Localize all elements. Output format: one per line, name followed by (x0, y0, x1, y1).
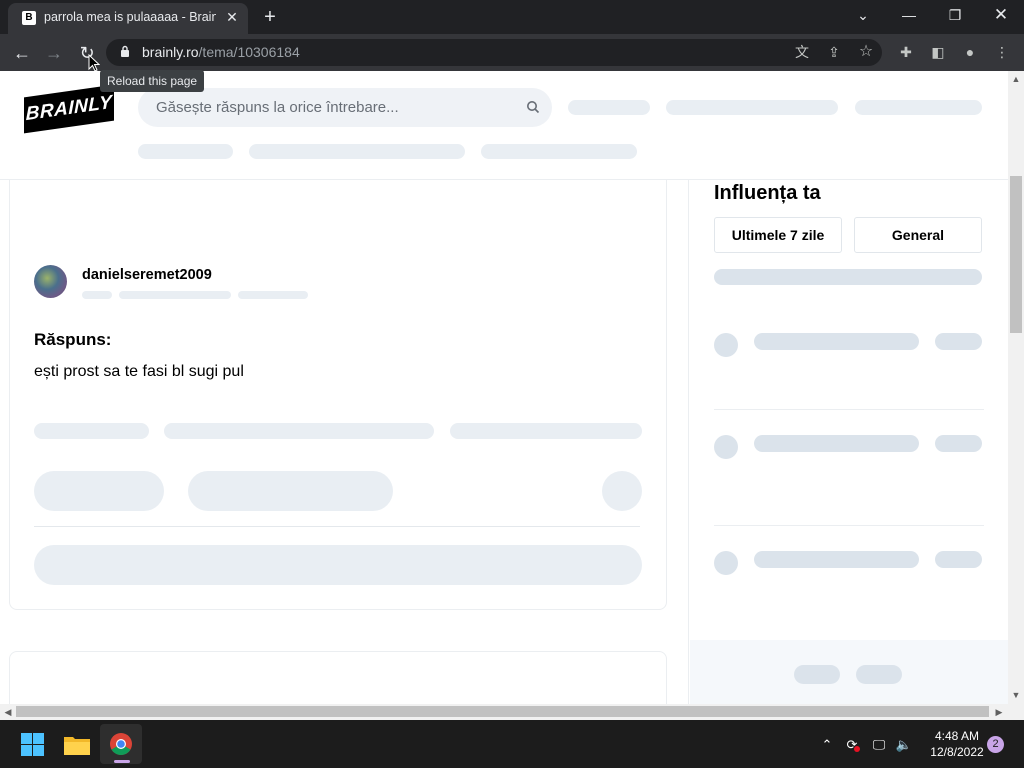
extensions-puzzle-icon[interactable]: ✚ (895, 41, 917, 63)
meta-skeleton (119, 291, 231, 299)
search-input[interactable]: Găsește răspuns la orice întrebare... (138, 88, 552, 127)
web-page: BRAINLY Găsește răspuns la orice întreba… (0, 71, 1008, 704)
action-skeleton (450, 423, 642, 439)
search-icon[interactable] (526, 100, 540, 114)
mouse-cursor-icon (88, 54, 100, 72)
active-app-indicator (114, 760, 130, 763)
brainly-logo[interactable]: BRAINLY (24, 84, 114, 134)
bookmark-star-icon[interactable]: ☆ (855, 41, 877, 63)
nav-skeleton (568, 100, 650, 115)
alert-dot (854, 746, 860, 752)
sidebar-separator (688, 180, 689, 704)
meta-skeleton (238, 291, 308, 299)
nav-skeleton (138, 144, 233, 159)
side-panel-icon[interactable]: ◧ (927, 41, 949, 63)
share-icon[interactable]: ⇪ (823, 41, 845, 63)
rank-skeleton (935, 551, 982, 568)
meta-skeleton (82, 291, 112, 299)
divider (714, 409, 984, 410)
nav-skeleton (481, 144, 637, 159)
next-card (9, 651, 667, 704)
tab-last-7-days[interactable]: Ultimele 7 zile (714, 217, 842, 253)
translate-icon[interactable]: 文 (791, 41, 813, 63)
button-skeleton (602, 471, 642, 511)
rank-skeleton (754, 551, 919, 568)
rank-skeleton (935, 333, 982, 350)
forward-arrow-icon[interactable]: → (41, 40, 67, 66)
answer-text: ești prost sa te fasi bl sugi pul (34, 363, 244, 380)
action-skeleton (34, 423, 149, 439)
url-path: /tema/10306184 (198, 44, 300, 60)
chrome-icon (110, 733, 132, 755)
rank-skeleton (714, 333, 738, 357)
scroll-left-arrow-icon[interactable]: ◀ (1, 705, 15, 719)
nav-skeleton (666, 100, 838, 115)
reload-tooltip: Reload this page (100, 70, 205, 92)
tab-title: parrola mea is pulaaaaa - Brainly (44, 10, 216, 24)
rank-skeleton (754, 333, 919, 350)
restore-button[interactable]: ❐ (932, 0, 978, 30)
back-arrow-icon[interactable]: ← (9, 40, 35, 66)
taskbar-clock[interactable]: 4:48 AM 12/8/2022 (920, 728, 994, 760)
network-icon[interactable]: 🖵 (870, 736, 888, 754)
sidebar-footer (690, 640, 1008, 704)
tab-general[interactable]: General (854, 217, 982, 253)
username[interactable]: danielseremet2009 (82, 267, 212, 283)
rank-skeleton (714, 551, 738, 575)
tab-close-icon[interactable]: ✕ (222, 7, 242, 27)
show-hidden-icons-chevron-icon[interactable]: ⌃ (818, 736, 836, 754)
influence-title: Influența ta (714, 182, 821, 204)
footer-skeleton (856, 665, 902, 684)
lock-icon[interactable] (120, 45, 130, 57)
clock-date: 12/8/2022 (930, 745, 984, 759)
menu-kebab-icon[interactable]: ⋮ (991, 41, 1013, 63)
horizontal-scroll-thumb[interactable] (16, 706, 989, 717)
scroll-down-arrow-icon[interactable]: ▼ (1009, 688, 1023, 702)
url-domain: brainly.ro (142, 44, 199, 60)
button-skeleton (34, 471, 164, 511)
action-skeleton (164, 423, 434, 439)
profile-icon[interactable]: ● (959, 41, 981, 63)
footer-skeleton (794, 665, 840, 684)
close-window-button[interactable]: ✕ (978, 0, 1024, 30)
volume-icon[interactable]: 🔈 (895, 736, 913, 754)
scroll-right-arrow-icon[interactable]: ▶ (992, 705, 1006, 719)
url-text[interactable]: brainly.ro/tema/10306184 (142, 44, 300, 60)
avatar[interactable] (34, 265, 67, 298)
minimize-button[interactable]: — (886, 0, 932, 30)
stat-skeleton (714, 269, 982, 285)
tab-search-icon[interactable]: ⌄ (840, 0, 886, 30)
file-explorer-icon[interactable] (64, 734, 90, 755)
comment-skeleton (34, 545, 642, 585)
vertical-scroll-thumb[interactable] (1010, 176, 1022, 333)
divider (714, 525, 984, 526)
rank-skeleton (714, 435, 738, 459)
rank-skeleton (754, 435, 919, 452)
search-placeholder: Găsește răspuns la orice întrebare... (156, 99, 399, 116)
rank-skeleton (935, 435, 982, 452)
clock-time: 4:48 AM (934, 729, 980, 743)
answer-label: Răspuns: (34, 330, 112, 349)
vertical-scrollbar[interactable] (1008, 71, 1024, 704)
nav-skeleton (249, 144, 465, 159)
browser-tab[interactable]: B parrola mea is pulaaaaa - Brainly ✕ (8, 3, 248, 34)
windows-start-icon[interactable] (21, 733, 44, 756)
brainly-favicon-icon: B (22, 11, 36, 25)
button-skeleton (188, 471, 393, 511)
nav-skeleton (855, 100, 982, 115)
new-tab-button[interactable]: + (258, 6, 282, 30)
divider (34, 526, 640, 527)
notification-badge[interactable]: 2 (987, 736, 1004, 753)
scroll-up-arrow-icon[interactable]: ▲ (1009, 72, 1023, 86)
